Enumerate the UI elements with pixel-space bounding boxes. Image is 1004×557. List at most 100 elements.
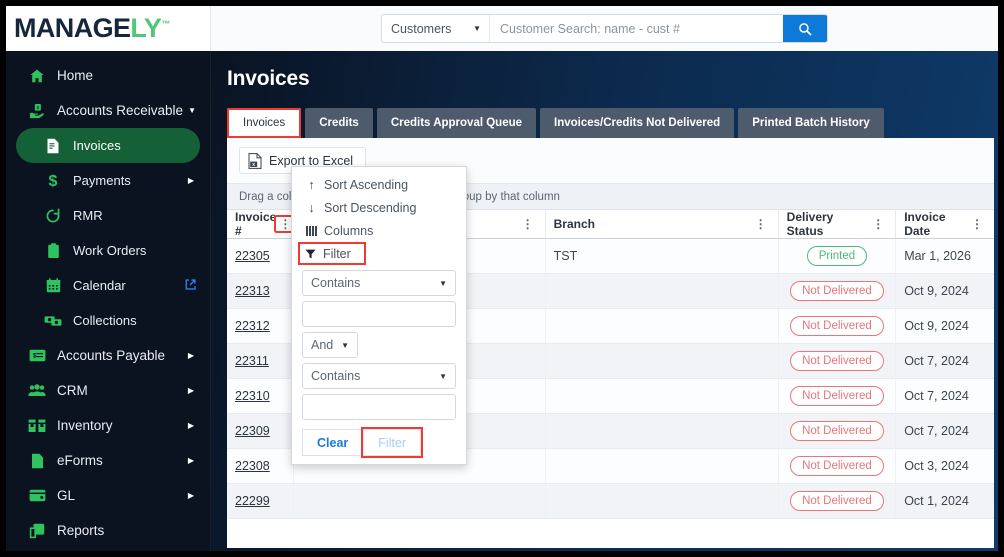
tab-printed-batch-history[interactable]: Printed Batch History	[738, 108, 884, 138]
sidebar-item-invoices[interactable]: Invoices	[16, 128, 200, 163]
search-category-select[interactable]: Customers ▼	[382, 15, 490, 42]
invoice-link[interactable]: 22305	[235, 249, 270, 263]
kebab-menu-icon[interactable]: ⋮	[968, 217, 986, 231]
boxes-icon	[26, 419, 48, 433]
cell-delivery-status: Not Delivered	[778, 273, 897, 309]
column-header-delivery-status[interactable]: Delivery Status ⋮	[778, 210, 897, 239]
apply-filter-button[interactable]: Filter	[363, 429, 422, 456]
sidebar-item-collections[interactable]: Collections	[16, 303, 200, 338]
sidebar-item-rmr[interactable]: RMR	[16, 198, 200, 233]
search-category-label: Customers	[391, 21, 452, 36]
sidebar-item-calendar[interactable]: Calendar	[16, 268, 200, 303]
tab-label: Invoices/Credits Not Delivered	[554, 117, 721, 129]
invoice-link[interactable]: 22310	[235, 389, 270, 403]
sidebar-item-accounts-receivable[interactable]: $ Accounts Receivable ▼	[16, 93, 200, 128]
table-row[interactable]: 22299 Not Delivered Oct 1, 2024	[227, 483, 994, 519]
cell-invoice-number[interactable]: 22299	[227, 483, 295, 519]
cell-invoice-number[interactable]: 22310	[227, 378, 295, 414]
cell-branch: TST	[545, 238, 779, 274]
sidebar-item-inventory[interactable]: Inventory ▶	[16, 408, 200, 443]
invoice-date-text: Oct 7, 2024	[904, 389, 969, 403]
tab-credits[interactable]: Credits	[305, 108, 373, 138]
chevron-right-icon: ▶	[187, 176, 194, 185]
page-title: Invoices	[227, 67, 310, 90]
invoice-link[interactable]: 22312	[235, 319, 270, 333]
kebab-menu-icon[interactable]: ⋮	[519, 217, 537, 231]
external-link-icon[interactable]	[185, 278, 196, 293]
clipboard-icon	[42, 242, 64, 259]
cell-invoice-number[interactable]: 22312	[227, 308, 295, 344]
tab-label: Credits Approval Queue	[390, 117, 523, 129]
sidebar-item-reports[interactable]: Reports	[16, 513, 200, 548]
sidebar-item-home[interactable]: Home	[16, 58, 200, 93]
column-header-invoice-number[interactable]: Invoice # ⋮	[227, 210, 295, 239]
kebab-menu-icon[interactable]: ⋮	[752, 217, 770, 231]
cell-branch	[545, 378, 779, 414]
menu-item-sort-ascending[interactable]: ↑ Sort Ascending	[292, 173, 466, 196]
sidebar-item-payments[interactable]: $ Payments ▶	[16, 163, 200, 198]
clear-filter-button[interactable]: Clear	[302, 429, 364, 456]
tab-invoices-credits-not-delivered[interactable]: Invoices/Credits Not Delivered	[540, 108, 735, 138]
cell-invoice-number[interactable]: 22309	[227, 413, 295, 449]
menu-item-filter[interactable]: Filter	[298, 242, 366, 265]
branch-text: TST	[553, 249, 578, 263]
sidebar-item-work-orders[interactable]: Work Orders	[16, 233, 200, 268]
column-header-invoice-date[interactable]: Invoice Date ⋮	[895, 210, 994, 239]
column-header-label: Branch	[553, 217, 595, 231]
search-area: Customers ▼	[211, 14, 998, 43]
invoice-link[interactable]: 22299	[235, 494, 270, 508]
status-badge: Not Delivered	[790, 421, 884, 441]
logo-text-dark: MANAGE	[14, 13, 131, 43]
sidebar-item-gl[interactable]: GL ▶	[16, 478, 200, 513]
sidebar-item-accounts-payable[interactable]: $ Accounts Payable ▶	[16, 338, 200, 373]
filter-logic-field: And ▼	[302, 332, 456, 358]
tab-invoices[interactable]: Invoices	[227, 108, 302, 138]
status-badge: Printed	[806, 246, 868, 266]
sidebar-item-label: GL	[57, 488, 76, 503]
filter-logic-select[interactable]: And ▼	[302, 332, 358, 358]
filter-value-2-field	[302, 394, 456, 420]
svg-text:$: $	[49, 173, 58, 189]
invoice-link[interactable]: 22309	[235, 424, 270, 438]
invoice-date-text: Oct 9, 2024	[904, 319, 969, 333]
filter-value-1-input[interactable]	[302, 301, 456, 327]
filter-value-2-input[interactable]	[302, 394, 456, 420]
sidebar-item-eforms[interactable]: eForms ▶	[16, 443, 200, 478]
kebab-menu-icon[interactable]: ⋮	[869, 217, 887, 231]
arrow-up-icon: ↑	[308, 177, 315, 192]
invoice-link[interactable]: 22308	[235, 459, 270, 473]
sidebar-item-crm[interactable]: CRM ▶	[16, 373, 200, 408]
status-badge: Not Delivered	[790, 386, 884, 406]
cell-delivery-status: Not Delivered	[778, 308, 897, 344]
filter-operator-1-select[interactable]: Contains ▼	[302, 270, 456, 296]
menu-item-sort-descending[interactable]: ↓ Sort Descending	[292, 196, 466, 219]
tab-credits-approval-queue[interactable]: Credits Approval Queue	[376, 108, 537, 138]
invoice-link[interactable]: 22313	[235, 284, 270, 298]
logo-text: MANAGELY™	[14, 15, 170, 42]
column-context-menu: ↑ Sort Ascending ↓ Sort Descending Colum…	[291, 166, 467, 465]
filter-operator-2-select[interactable]: Contains ▼	[302, 363, 456, 389]
cell-invoice-number[interactable]: 22313	[227, 273, 295, 309]
filter-value-1-field	[302, 301, 456, 327]
arrow-down-icon: ↓	[308, 200, 315, 215]
sidebar-item-label: eForms	[57, 453, 103, 468]
app-window: MANAGELY™ Customers ▼ Customer Search: n…	[6, 6, 998, 551]
columns-icon	[304, 225, 319, 236]
cell-invoice-number[interactable]: 22308	[227, 448, 295, 484]
chevron-right-icon: ▶	[187, 386, 194, 395]
cell-invoice-number[interactable]: 22305	[227, 238, 295, 274]
excel-file-icon: x	[248, 152, 262, 169]
tab-label: Invoices	[243, 117, 286, 129]
search-button[interactable]	[783, 15, 827, 42]
sidebar-item-label: Work Orders	[73, 243, 147, 258]
menu-item-columns[interactable]: Columns	[292, 219, 466, 242]
cell-invoice-number[interactable]: 22311	[227, 343, 295, 379]
cell-customer-name	[293, 483, 546, 519]
column-header-branch[interactable]: Branch ⋮	[545, 210, 779, 239]
invoice-date-text: Oct 7, 2024	[904, 424, 969, 438]
chevron-down-icon: ▼	[188, 106, 196, 115]
brand-logo[interactable]: MANAGELY™	[6, 6, 211, 51]
status-badge: Not Delivered	[790, 491, 884, 511]
search-input[interactable]	[490, 15, 783, 42]
invoice-link[interactable]: 22311	[235, 354, 269, 368]
